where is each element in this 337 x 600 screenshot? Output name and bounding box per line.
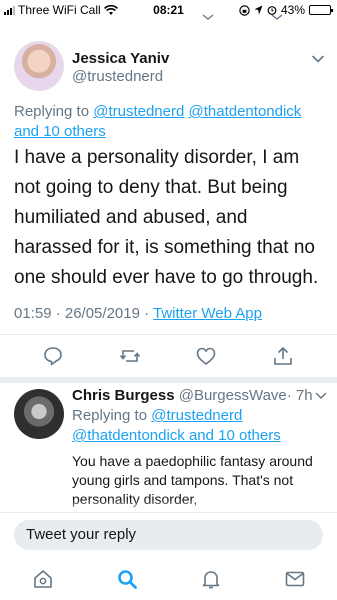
divider <box>0 334 337 335</box>
source-app-link[interactable]: Twitter Web App <box>153 305 262 322</box>
replying-to: Replying to @trustednerd @thatdentondick… <box>72 406 328 446</box>
others-link[interactable]: and 10 others <box>14 123 106 140</box>
notifications-icon[interactable] <box>200 568 222 590</box>
bottom-nav <box>0 556 337 600</box>
replying-prefix: Replying to <box>72 407 148 424</box>
time-ago: · 7h <box>286 387 313 404</box>
retweet-icon[interactable] <box>119 345 141 367</box>
author-handle[interactable]: @trustednerd <box>72 68 163 85</box>
author-name[interactable]: Chris Burgess <box>72 387 175 404</box>
chevron-down-icon[interactable] <box>311 52 325 66</box>
avatar[interactable] <box>14 41 64 91</box>
home-icon[interactable] <box>32 568 54 590</box>
search-icon[interactable] <box>116 568 138 590</box>
section-divider <box>0 377 337 383</box>
like-icon[interactable] <box>195 345 217 367</box>
messages-icon[interactable] <box>284 568 306 590</box>
chevron-down-icon[interactable] <box>315 390 327 402</box>
mention-link[interactable]: @thatdentondick <box>189 103 302 120</box>
tweet-actions <box>0 345 337 369</box>
avatar[interactable] <box>14 389 64 439</box>
author-handle[interactable]: @BurgessWave <box>179 387 287 404</box>
replying-to: Replying to @trustednerd @thatdentondick… <box>14 102 324 142</box>
reply-icon[interactable] <box>42 345 64 367</box>
compose-bar: Tweet your reply <box>0 512 337 556</box>
share-icon[interactable] <box>272 345 294 367</box>
reply-header: Chris Burgess @BurgessWave· 7h <box>72 387 313 404</box>
mention-link[interactable]: @thatdentondick and 10 others <box>72 427 281 444</box>
author-name[interactable]: Jessica Yaniv <box>72 50 169 67</box>
previous-tweet-remnant <box>202 14 283 20</box>
tweet-timestamp: 01:59 · 26/05/2019 · <box>14 305 150 322</box>
tweet-text: I have a personality disorder, I am not … <box>14 147 319 288</box>
tweet-meta: 01:59 · 26/05/2019 · Twitter Web App <box>14 305 262 322</box>
mention-link[interactable]: @trustednerd <box>151 407 242 424</box>
reply-input[interactable]: Tweet your reply <box>14 520 323 550</box>
mention-link[interactable]: @trustednerd <box>93 103 184 120</box>
replying-prefix: Replying to <box>14 103 90 120</box>
